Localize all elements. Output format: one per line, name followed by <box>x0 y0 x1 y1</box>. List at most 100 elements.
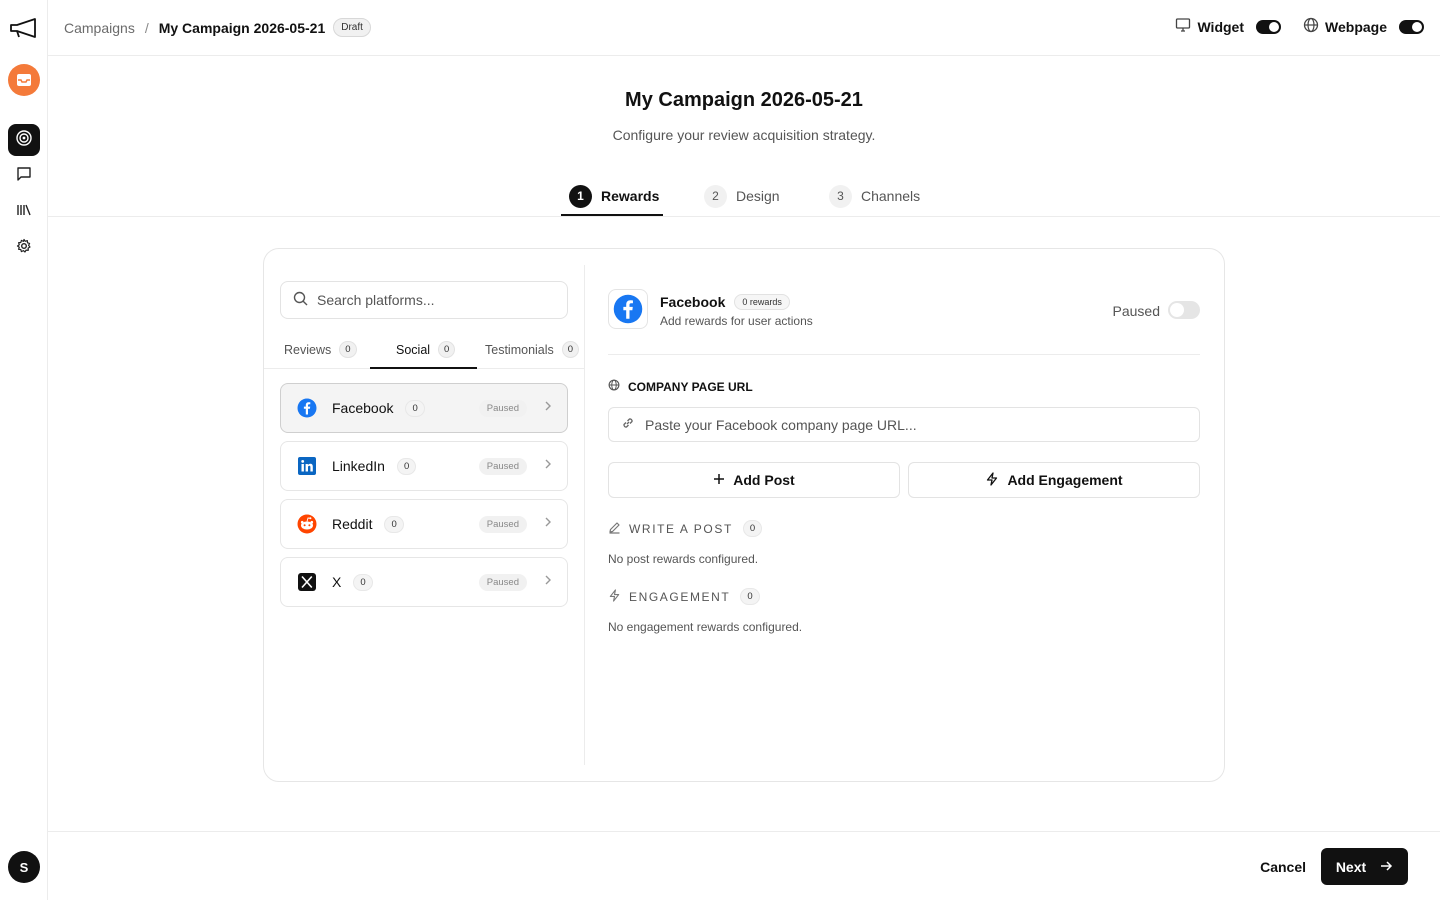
step-label: Channels <box>861 188 921 204</box>
page-title: My Campaign 2026-05-21 <box>625 89 863 111</box>
write-post-empty-text: No post rewards configured. <box>608 552 759 566</box>
breadcrumb-campaigns-link[interactable]: Campaigns <box>64 20 135 36</box>
detail-platform-name: Facebook <box>660 294 726 310</box>
linkedin-icon <box>296 455 318 477</box>
platform-count: 0 <box>396 457 417 475</box>
cancel-button[interactable]: Cancel <box>1260 859 1306 875</box>
status-badge: Paused <box>478 399 527 417</box>
engagement-count: 0 <box>740 588 760 605</box>
x-logo-icon <box>296 571 318 593</box>
sidebar: S <box>0 0 48 900</box>
avatar[interactable]: S <box>8 851 40 883</box>
step-design[interactable]: 2 Design <box>704 184 780 208</box>
chevron-right-icon <box>544 573 552 591</box>
sidebar-item-settings[interactable] <box>8 232 40 264</box>
platform-name: Facebook <box>332 400 394 416</box>
url-placeholder: Paste your Facebook company page URL... <box>645 416 917 433</box>
detail-title: Facebook 0 rewards <box>660 294 790 310</box>
facebook-icon <box>296 397 318 419</box>
active-toggle[interactable] <box>1168 301 1200 319</box>
platform-name: Reddit <box>332 516 373 532</box>
search-icon <box>293 291 308 309</box>
widget-toggle[interactable] <box>1256 19 1282 34</box>
sidebar-item-messages[interactable] <box>8 160 40 192</box>
pencil-icon <box>608 521 621 537</box>
status-label: Paused <box>1112 303 1160 319</box>
platform-item-facebook[interactable]: Facebook 0 Paused <box>280 383 568 433</box>
step-rewards[interactable]: 1 Rewards <box>569 184 659 208</box>
monitor-icon <box>1175 17 1191 36</box>
next-label: Next <box>1335 858 1367 875</box>
globe-icon <box>1303 17 1319 36</box>
step-label: Design <box>736 188 780 204</box>
company-url-input[interactable]: Paste your Facebook company page URL... <box>608 407 1200 442</box>
step-number: 3 <box>829 184 852 208</box>
topbar: Campaigns / My Campaign 2026-05-21 Draft… <box>48 0 1440 56</box>
inbox-icon[interactable] <box>8 64 40 96</box>
stepper: 1 Rewards 2 Design 3 Channels <box>48 176 1440 217</box>
tab-count: 0 <box>339 341 357 358</box>
tab-social[interactable]: Social 0 <box>396 341 456 358</box>
sidebar-item-library[interactable] <box>8 196 40 228</box>
megaphone-icon[interactable] <box>8 14 40 42</box>
write-post-count: 0 <box>742 520 763 537</box>
detail-description: Add rewards for user actions <box>660 314 813 328</box>
platform-panel: Search platforms... Reviews 0 Social 0 T… <box>264 249 584 781</box>
detail-header: Facebook 0 rewards Add rewards for user … <box>608 289 1200 355</box>
webpage-label: Webpage <box>1325 18 1387 35</box>
platform-count: 0 <box>405 399 425 417</box>
platform-item-x[interactable]: X 0 Paused <box>280 557 568 607</box>
webpage-toggle[interactable] <box>1399 19 1424 34</box>
platform-detail: Facebook 0 rewards Add rewards for user … <box>608 249 1200 781</box>
platform-count: 0 <box>353 573 373 591</box>
chevron-right-icon <box>544 457 552 475</box>
tab-label: Social <box>396 342 431 357</box>
platform-tabs: Reviews 0 Social 0 Testimonials 0 <box>264 335 584 369</box>
url-section-label: COMPANY PAGE URL <box>628 379 753 394</box>
next-button[interactable]: Next <box>1321 848 1408 885</box>
tab-reviews[interactable]: Reviews 0 <box>284 341 357 358</box>
add-post-button[interactable]: Add Post <box>608 462 900 498</box>
target-icon <box>16 129 32 151</box>
engagement-empty-text: No engagement rewards configured. <box>608 620 803 634</box>
status-badge: Paused <box>478 515 527 533</box>
add-post-label: Add Post <box>733 472 795 488</box>
arrow-right-icon <box>1380 859 1393 875</box>
step-channels[interactable]: 3 Channels <box>829 184 920 208</box>
platform-name: LinkedIn <box>332 458 385 474</box>
step-active-indicator <box>561 214 663 216</box>
plus-icon <box>713 472 725 488</box>
lightning-icon <box>985 471 999 489</box>
rewards-card: Search platforms... Reviews 0 Social 0 T… <box>263 248 1225 782</box>
footer: Cancel Next <box>48 831 1440 900</box>
platform-item-reddit[interactable]: Reddit 0 Paused <box>280 499 568 549</box>
step-number: 2 <box>704 184 727 208</box>
sidebar-item-campaigns[interactable] <box>8 124 40 156</box>
chevron-right-icon <box>544 399 552 417</box>
write-post-label: WRITE A POST <box>629 521 733 536</box>
status-badge: Draft <box>333 18 371 37</box>
search-input[interactable]: Search platforms... <box>280 281 568 319</box>
breadcrumb-current: My Campaign 2026-05-21 <box>158 19 326 36</box>
add-engagement-button[interactable]: Add Engagement <box>908 462 1200 498</box>
tab-testimonials[interactable]: Testimonials 0 <box>485 341 580 358</box>
lightning-icon <box>608 588 621 605</box>
engagement-label: ENGAGEMENT <box>629 589 731 604</box>
step-number: 1 <box>569 184 592 208</box>
tab-count: 0 <box>561 341 580 358</box>
page-subtitle: Configure your review acquisition strate… <box>612 127 876 143</box>
reddit-icon <box>296 513 318 535</box>
rewards-count-badge: 0 rewards <box>734 294 790 310</box>
globe-icon <box>608 379 620 394</box>
platform-item-linkedin[interactable]: LinkedIn 0 Paused <box>280 441 568 491</box>
message-icon <box>16 166 32 187</box>
tab-count: 0 <box>438 341 456 358</box>
link-icon <box>621 416 635 433</box>
add-engagement-label: Add Engagement <box>1007 472 1123 488</box>
widget-label: Widget <box>1197 18 1245 35</box>
tab-label: Testimonials <box>485 342 554 357</box>
url-section-title: COMPANY PAGE URL <box>608 379 753 394</box>
gear-icon <box>16 238 32 259</box>
status-badge: Paused <box>478 457 527 475</box>
engagement-section: ENGAGEMENT 0 <box>608 588 760 605</box>
